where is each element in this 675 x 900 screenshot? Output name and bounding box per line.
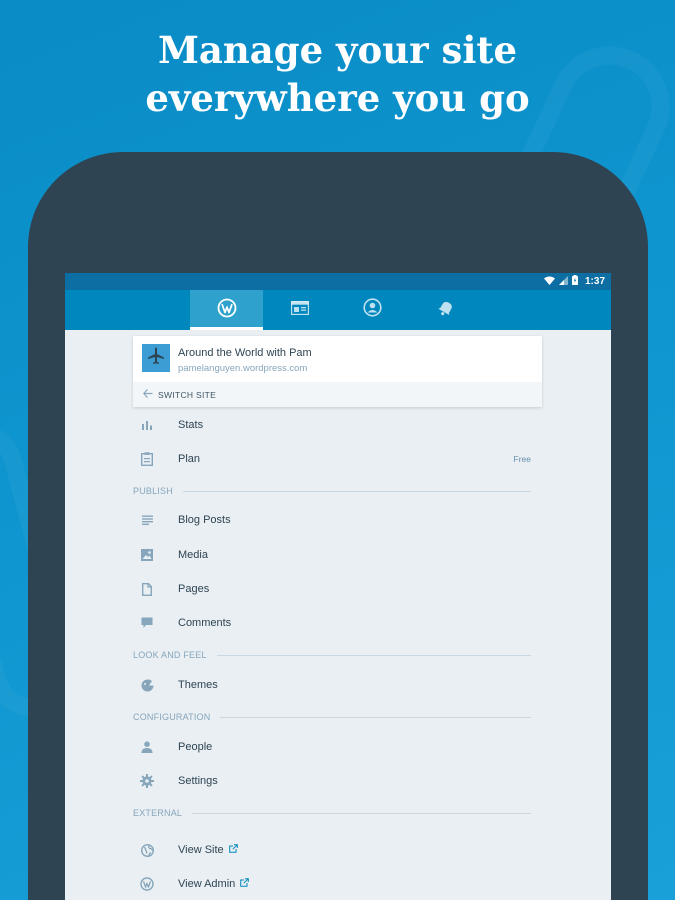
menu-item-stats[interactable]: Stats [133,410,542,440]
gear-icon [140,774,154,788]
site-card[interactable]: Around the World with Pam pamelanguyen.w… [133,336,542,407]
menu-item-plan[interactable]: Plan Free [133,444,542,474]
image-icon [140,548,154,562]
site-header[interactable]: Around the World with Pam pamelanguyen.w… [133,336,542,382]
menu-item-label: People [178,741,213,753]
section-header-publish: PUBLISH [133,484,531,498]
plan-value: Free [513,454,531,464]
battery-icon [571,275,578,288]
external-link-icon [240,878,250,890]
menu-item-media[interactable]: Media [133,540,542,570]
menu-item-label: Pages [178,583,210,595]
profile-icon [363,298,382,322]
section-divider [182,490,531,492]
headline-line-1: Manage your site [157,28,518,72]
section-label: EXTERNAL [133,808,183,818]
section-label: CONFIGURATION [133,712,211,722]
globe-icon [140,843,154,857]
page-icon [140,582,154,596]
wordpress-icon [140,877,154,891]
external-link-icon [228,844,238,856]
app-screen: 1:37 Around the World with Pam pamelangu… [65,273,611,900]
site-title: Around the World with Pam [178,347,312,359]
menu-item-comments[interactable]: Comments [133,608,542,638]
section-header-configuration: CONFIGURATION [133,710,531,724]
status-time: 1:37 [584,276,605,287]
menu-item-label: Plan [178,453,201,465]
menu-item-themes[interactable]: Themes [133,670,542,700]
tab-notifications[interactable] [409,290,482,330]
wifi-icon [543,276,555,288]
headline: Manage your site everywhere you go [0,26,675,122]
switch-site-label: SWITCH SITE [158,389,217,400]
menu-item-label: Media [178,549,208,561]
reader-icon [290,300,309,320]
site-url: pamelanguyen.wordpress.com [178,363,308,374]
clipboard-icon [140,452,154,466]
switch-site-button[interactable]: SWITCH SITE [133,382,542,407]
bell-icon [437,299,455,322]
menu-item-pages[interactable]: Pages [133,574,542,604]
menu-item-label: Comments [178,617,232,629]
section-divider [216,654,531,656]
section-header-look-and-feel: LOOK AND FEEL [133,648,531,662]
section-label: LOOK AND FEEL [133,650,207,660]
themes-icon [140,678,154,692]
tab-bar [65,290,611,330]
tab-reader[interactable] [263,290,336,330]
menu-item-label: Settings [178,775,218,787]
menu-item-people[interactable]: People [133,732,542,762]
menu-item-label: Themes [178,679,218,691]
site-blavatar [142,344,170,372]
wordpress-icon [217,298,237,323]
view-site-link: View Site [178,844,238,856]
menu-item-view-site[interactable]: View Site [133,835,542,865]
section-header-external: EXTERNAL [133,806,531,820]
stats-icon [140,418,154,432]
menu-item-label: Blog Posts [178,514,231,526]
section-divider [220,716,531,718]
posts-icon [140,513,154,527]
comment-icon [140,616,154,630]
arrow-left-icon [142,389,153,400]
menu-item-label: Stats [178,419,204,431]
menu-item-label: View Admin [178,878,236,890]
menu-item-settings[interactable]: Settings [133,766,542,796]
signal-icon [558,275,568,288]
status-bar: 1:37 [65,273,611,290]
menu-item-label: View Site [178,844,224,856]
person-icon [140,740,154,754]
section-label: PUBLISH [133,486,173,496]
airplane-icon [146,346,166,371]
menu-item-blog-posts[interactable]: Blog Posts [133,505,542,535]
headline-line-2: everywhere you go [145,76,530,120]
tab-me[interactable] [336,290,409,330]
view-admin-link: View Admin [178,878,250,890]
menu-item-view-admin[interactable]: View Admin [133,869,542,899]
tab-my-sites[interactable] [190,290,263,330]
section-divider [192,812,531,814]
